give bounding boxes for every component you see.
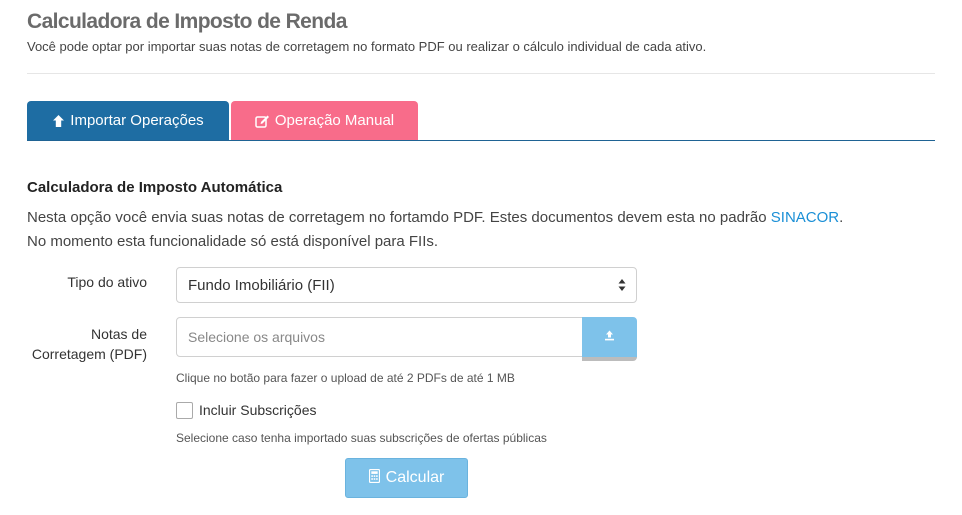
calculate-label: Calcular (385, 469, 445, 486)
page-title: Calculadora de Imposto de Renda (27, 10, 347, 33)
arrow-up-icon (52, 114, 65, 128)
asset-type-select[interactable]: Fundo Imobiliário (FII) (176, 267, 637, 303)
tab-manual-operation[interactable]: Operação Manual (231, 101, 418, 140)
tab-underline (27, 140, 935, 141)
description-period: . (839, 209, 844, 226)
asset-type-value: Fundo Imobiliário (FII) (188, 276, 335, 294)
select-arrows-icon (618, 278, 626, 292)
tab-manual-label: Operação Manual (274, 112, 395, 129)
description-text: Nesta opção você envia suas notas de cor… (27, 209, 771, 226)
calculator-icon (368, 468, 380, 488)
page-subtitle: Você pode optar por importar suas notas … (27, 39, 707, 54)
include-subscriptions-label[interactable]: Incluir Subscrições (199, 402, 317, 418)
edit-icon (255, 114, 270, 128)
upload-help-text: Clique no botão para fazer o upload de a… (176, 371, 515, 385)
include-subscriptions-checkbox[interactable] (176, 402, 193, 419)
file-select-input[interactable]: Selecione os arquivos (176, 317, 583, 357)
section-description: Nesta opção você envia suas notas de cor… (27, 206, 947, 254)
brokerage-notes-label-line1: Notas de (90, 326, 147, 342)
subscriptions-help-text: Selecione caso tenha importado suas subs… (176, 431, 547, 445)
brokerage-notes-label-line2: Corretagem (PDF) (31, 346, 147, 362)
upload-button[interactable] (582, 317, 637, 361)
calculate-button[interactable]: Calcular (345, 458, 468, 498)
divider (27, 73, 935, 74)
brokerage-notes-label: Notas de Corretagem (PDF) (17, 324, 147, 364)
tab-import-label: Importar Operações (70, 112, 204, 129)
tab-bar: Importar Operações Operação Manual (27, 101, 935, 141)
section-heading: Calculadora de Imposto Automática (27, 179, 283, 196)
sinacor-link[interactable]: SINACOR (771, 209, 839, 226)
description-line2: No momento esta funcionalidade só está d… (27, 233, 439, 250)
tab-import-operations[interactable]: Importar Operações (27, 101, 229, 140)
file-input-placeholder: Selecione os arquivos (188, 329, 325, 345)
asset-type-label: Tipo do ativo (67, 274, 147, 290)
upload-icon (604, 328, 615, 346)
